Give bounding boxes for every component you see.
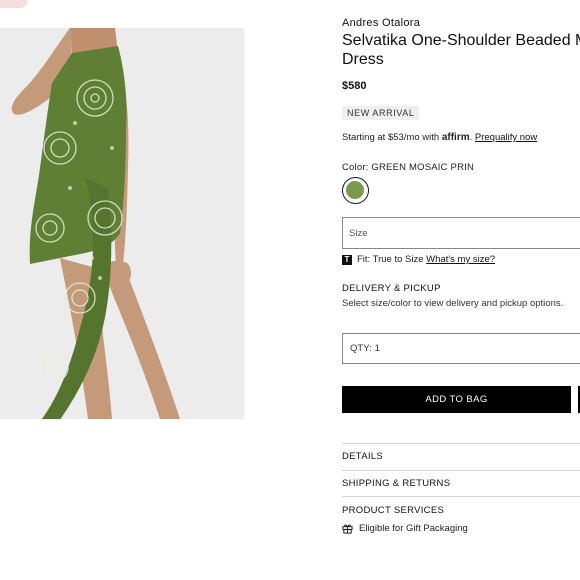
shipping-returns-accordion[interactable]: SHIPPING & RETURNS [342,478,450,489]
divider [342,496,580,497]
size-dropdown[interactable]: Size [342,217,580,249]
financing-info: Starting at $53/mo with affirm. Prequali… [342,132,537,143]
financing-text: Starting at $53/mo with [342,132,440,143]
divider [342,443,580,444]
color-label: Color: GREEN MOSAIC PRIN [342,162,474,173]
product-image[interactable] [0,28,244,419]
fit-info: T Fit: True to Size What's my size? [342,254,495,265]
color-value: GREEN MOSAIC PRIN [371,162,475,173]
divider [342,470,580,471]
color-label-prefix: Color: [342,162,369,173]
promo-corner [0,0,28,8]
brand-name[interactable]: Andres Otalora [342,17,420,29]
fit-text: Fit: True to Size [357,254,424,265]
quantity-label: QTY: [350,343,372,354]
new-arrival-badge: NEW ARRIVAL [342,106,420,120]
affirm-logo-icon: affirm [441,132,470,143]
whats-my-size-link[interactable]: What's my size? [426,254,495,265]
financing-suffix: . [469,132,473,143]
gift-packaging-info: Eligible for Gift Packaging [342,523,468,534]
prequalify-link[interactable]: Prequalify now [475,132,537,143]
product-info-panel: Andres Otalora Selvatika One-Shoulder Be… [342,0,580,580]
product-services-accordion[interactable]: PRODUCT SERVICES [342,505,444,516]
gift-icon [342,524,353,534]
size-placeholder: Size [349,227,368,239]
quantity-selector[interactable]: QTY: 1 [342,333,580,364]
delivery-text: Select size/color to view delivery and p… [342,298,564,309]
product-price: $580 [342,80,367,92]
add-to-bag-button[interactable]: ADD TO BAG [342,386,571,413]
swatch-fill [346,181,364,199]
delivery-heading: DELIVERY & PICKUP [342,283,441,294]
gift-packaging-text: Eligible for Gift Packaging [359,523,468,534]
details-accordion[interactable]: DETAILS [342,451,383,462]
color-swatch-green-mosaic[interactable] [342,177,369,204]
product-title: Selvatika One-Shoulder Beaded Mini Dress [342,32,580,68]
quantity-value: 1 [374,343,380,354]
fit-predictor-icon: T [342,254,352,265]
model-photo [0,28,244,419]
